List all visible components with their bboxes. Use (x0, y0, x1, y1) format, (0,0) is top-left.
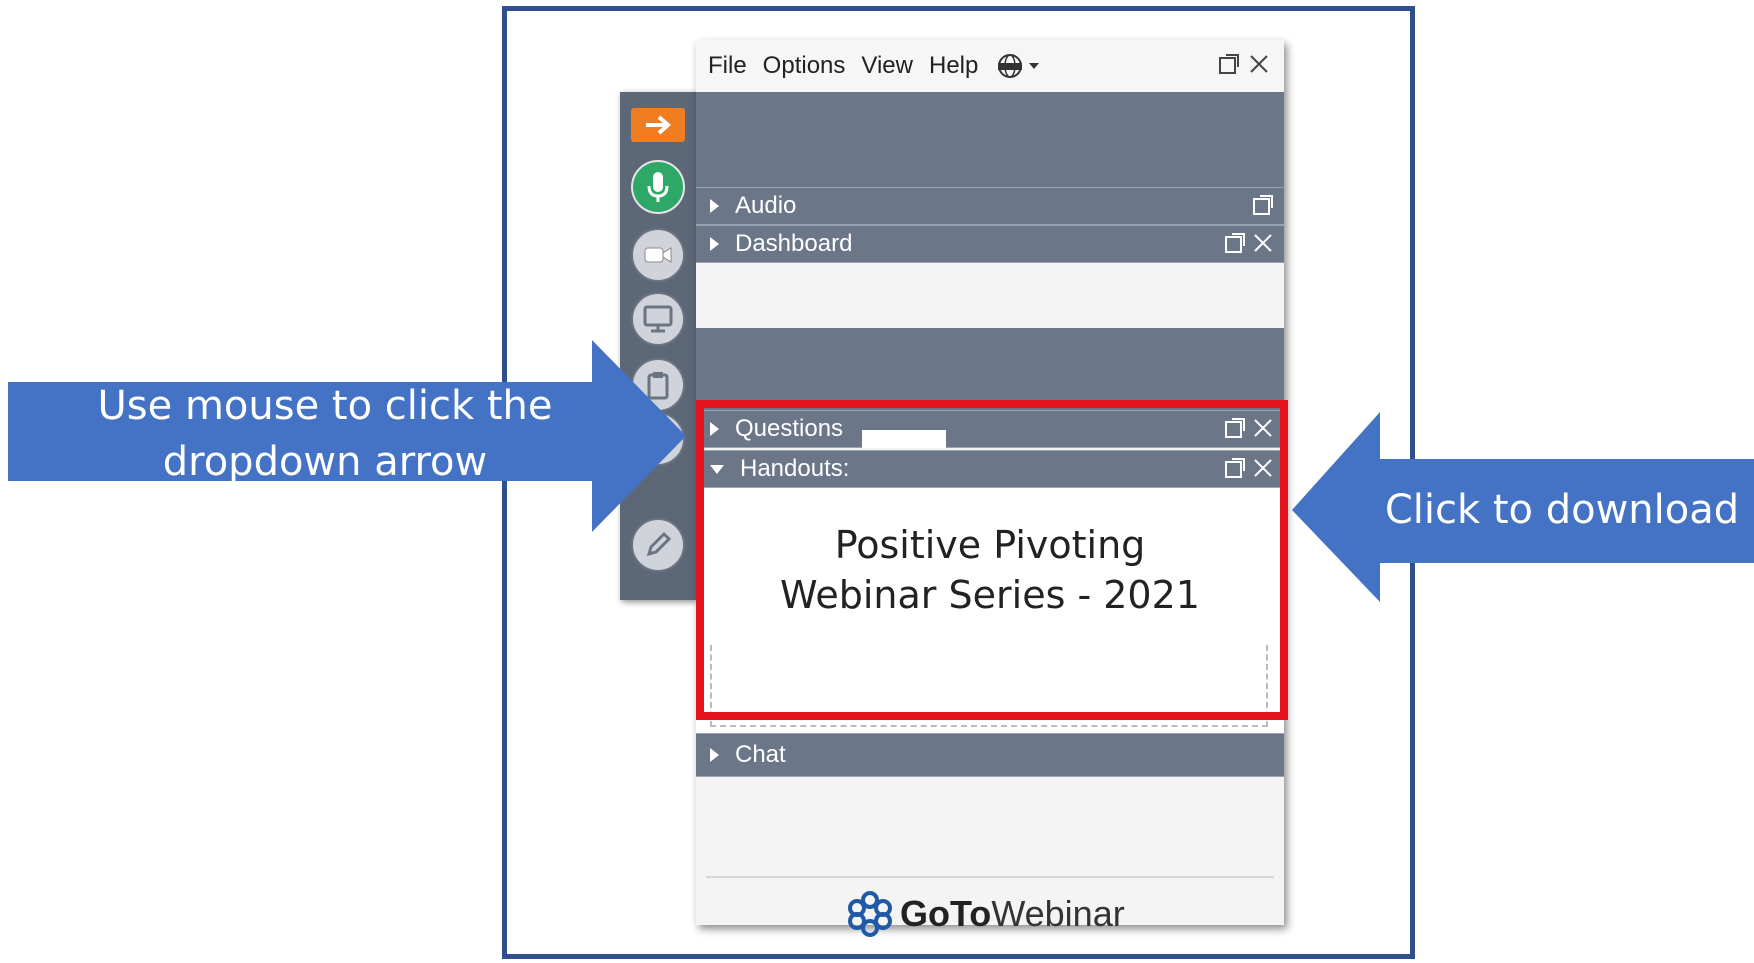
left-callout-text: Use mouse to click the dropdown arrow (20, 378, 630, 490)
divider (706, 876, 1274, 878)
gotowebinar-logo: GoTo Webinar (846, 890, 1125, 938)
webcam-icon[interactable] (631, 228, 685, 282)
menu-bar: File Options View Help (696, 40, 1284, 92)
menu-view[interactable]: View (861, 52, 913, 80)
audio-pane-header[interactable]: Audio (696, 187, 1284, 225)
audio-label: Audio (735, 192, 797, 219)
menu-options[interactable]: Options (763, 52, 846, 80)
dashboard-pane-header[interactable]: Dashboard (696, 225, 1284, 263)
right-callout-text: Click to download (1384, 487, 1740, 533)
expand-arrow-icon[interactable] (710, 199, 719, 213)
chat-label: Chat (735, 741, 786, 768)
left-callout-line2: dropdown arrow (162, 439, 488, 485)
gotowebinar-logo-icon (848, 891, 892, 937)
menu-help[interactable]: Help (929, 52, 978, 80)
panel-background (696, 328, 1284, 410)
chat-pane-header[interactable]: Chat (696, 733, 1284, 777)
popout-icon[interactable] (1252, 192, 1274, 223)
close-icon[interactable] (1248, 51, 1270, 82)
logo-goto-text: GoTo (900, 893, 992, 934)
exit-arrow-icon[interactable] (631, 108, 685, 142)
logo-webinar-text: Webinar (991, 893, 1125, 934)
dashboard-label: Dashboard (735, 230, 853, 257)
popout-icon[interactable] (1218, 51, 1240, 82)
expand-arrow-icon[interactable] (710, 237, 719, 251)
globe-icon[interactable] (994, 52, 1040, 80)
popout-icon[interactable] (1224, 230, 1246, 261)
menu-file[interactable]: File (708, 52, 747, 80)
left-callout-line1: Use mouse to click the (97, 383, 553, 429)
expand-arrow-icon[interactable] (710, 748, 719, 762)
close-icon[interactable] (1252, 230, 1274, 261)
handouts-highlight-box (696, 400, 1288, 720)
microphone-icon[interactable] (631, 160, 685, 214)
